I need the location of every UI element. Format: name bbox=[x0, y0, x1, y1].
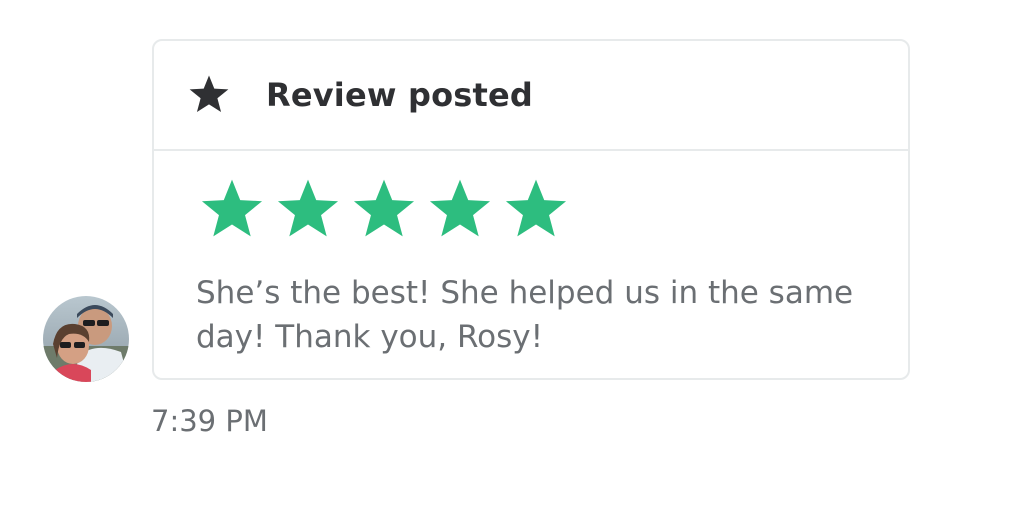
avatar-photo bbox=[43, 296, 129, 382]
review-text: She’s the best! She helped us in the sam… bbox=[196, 275, 854, 355]
message-timestamp: 7:39 PM bbox=[151, 404, 268, 438]
card-title: Review posted bbox=[266, 76, 534, 114]
card-header: Review posted bbox=[154, 41, 908, 151]
review-card[interactable]: Review posted She’s the best! She helped… bbox=[152, 39, 910, 380]
rating-star-3-icon bbox=[353, 179, 415, 237]
rating-star-1-icon bbox=[201, 179, 263, 237]
rating-star-2-icon bbox=[277, 179, 339, 237]
message-row: Review posted She’s the best! She helped… bbox=[0, 0, 1024, 506]
star-rating bbox=[198, 177, 570, 243]
star-icon bbox=[187, 73, 231, 117]
rating-star-5-icon bbox=[505, 179, 567, 237]
rating-star-4-icon bbox=[429, 179, 491, 237]
avatar[interactable] bbox=[43, 296, 129, 382]
